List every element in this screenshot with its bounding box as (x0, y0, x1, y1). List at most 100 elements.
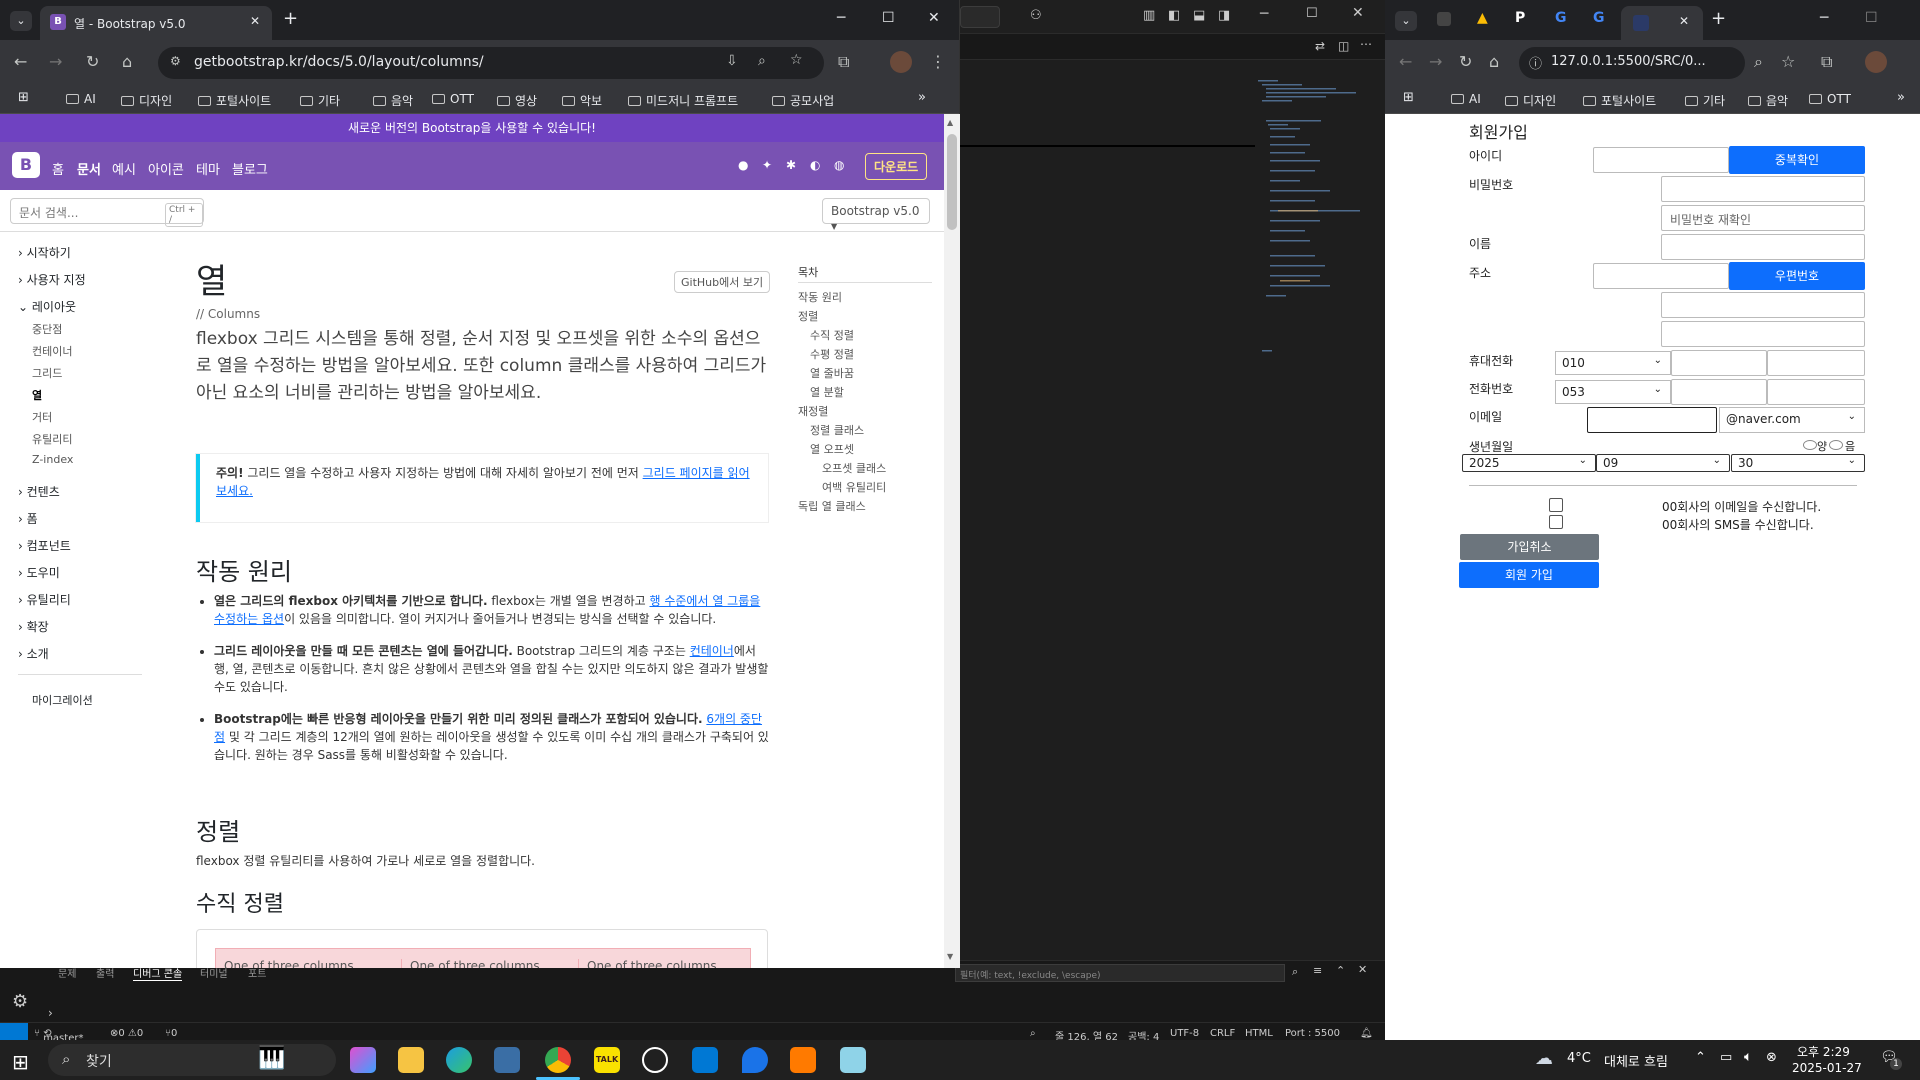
scroll-down-icon[interactable]: ▼ (947, 952, 953, 961)
battery-status-icon[interactable]: ⊗ (1766, 1050, 1777, 1065)
tab-search-icon[interactable]: ⌄ (10, 11, 32, 31)
sidebar-link[interactable]: 열 (32, 387, 42, 403)
bookmark-folder-midjourney[interactable]: 미드저니 프롬프트 (628, 92, 738, 109)
copilot-app-icon[interactable] (350, 1047, 376, 1073)
kakaotalk-icon[interactable]: TALK (594, 1047, 620, 1073)
nav-examples[interactable]: 예시 (112, 159, 136, 178)
chrome-app-icon[interactable] (545, 1047, 571, 1073)
sidebar-section[interactable]: › 컨텐츠 (18, 483, 60, 500)
zoom-icon[interactable]: ⌕ (758, 53, 766, 69)
list-view-icon[interactable]: ≡ (1313, 964, 1322, 977)
toc-link[interactable]: 열 오프셋 (810, 441, 854, 457)
scroll-up-icon[interactable]: ▲ (947, 118, 953, 127)
password-input[interactable] (1661, 176, 1865, 202)
forward-icon[interactable]: → (49, 52, 62, 71)
vscode-app-icon[interactable] (692, 1047, 718, 1073)
lunar-radio[interactable] (1829, 440, 1843, 450)
edge-browser-icon[interactable] (446, 1047, 472, 1073)
maximize-icon[interactable]: ☐ (1865, 10, 1878, 26)
more-actions-icon[interactable]: ⋯ (1360, 37, 1372, 51)
address-bar[interactable]: ⚙ getbootstrap.kr/docs/5.0/layout/column… (158, 47, 824, 79)
address-detail-input[interactable] (1661, 321, 1865, 347)
sidebar-section[interactable]: › 확장 (18, 618, 49, 635)
maps-app-icon[interactable] (742, 1047, 768, 1073)
nav-blog[interactable]: 블로그 (232, 159, 268, 178)
reload-icon[interactable]: ↻ (1459, 52, 1472, 71)
submit-signup-button[interactable]: 회원 가입 (1459, 562, 1599, 588)
layout-toggle-icon[interactable]: ▥ (1143, 8, 1155, 23)
tab-signup-active[interactable]: ✕ (1621, 6, 1703, 40)
toc-link[interactable]: 오프셋 클래스 (822, 460, 886, 476)
apps-grid-icon[interactable]: ⊞ (1403, 90, 1414, 105)
minimize-icon[interactable]: ─ (1820, 10, 1828, 26)
zoom-icon[interactable]: ⌕ (1030, 1028, 1036, 1039)
toc-link[interactable]: 정렬 (798, 308, 818, 324)
eol-setting[interactable]: CRLF (1210, 1028, 1235, 1039)
menu-kebab-icon[interactable]: ⋮ (930, 52, 946, 71)
new-tab-icon[interactable]: + (1711, 8, 1726, 29)
phone-prefix-select[interactable]: 053 ⌄ (1555, 380, 1671, 404)
vscode-search-box[interactable] (960, 6, 1000, 28)
toc-link[interactable]: 작동 원리 (798, 289, 842, 305)
toc-link[interactable]: 열 분할 (810, 384, 844, 400)
nav-home[interactable]: 홈 (52, 159, 64, 178)
minimize-icon[interactable]: ─ (1260, 6, 1268, 22)
bookmark-folder-sheet[interactable]: 악보 (562, 92, 602, 109)
version-banner[interactable]: 새로운 버전의 Bootstrap을 사용할 수 있습니다! (0, 114, 944, 142)
extensions-icon[interactable]: ⧉ (838, 52, 849, 72)
toc-link[interactable]: 여백 유틸리티 (822, 479, 886, 495)
password-confirm-input[interactable]: 비밀번호 재확인 (1661, 205, 1865, 231)
more-bookmarks-icon[interactable]: » (1897, 90, 1905, 105)
sourcetree-icon[interactable] (790, 1047, 816, 1073)
address-bar[interactable]: ⓘ 127.0.0.1:5500/SRC/0... (1519, 47, 1745, 79)
live-server-port[interactable]: Port : 5500 (1285, 1028, 1340, 1039)
chevron-up-icon[interactable]: ⌃ (1695, 1050, 1706, 1065)
toc-link[interactable]: 독립 열 클래스 (798, 498, 866, 514)
open-changes-icon[interactable]: ⇄ (1315, 39, 1325, 53)
forward-icon[interactable]: → (1429, 52, 1442, 71)
new-tab-icon[interactable]: + (283, 8, 298, 29)
toc-link[interactable]: 수직 정렬 (810, 327, 854, 343)
sidebar-link-migration[interactable]: 마이그레이션 (32, 692, 93, 708)
agree-email-checkbox[interactable] (1549, 498, 1563, 512)
download-button[interactable]: 다운로드 (865, 153, 928, 180)
more-bookmarks-icon[interactable]: » (918, 90, 926, 105)
cancel-signup-button[interactable]: 가입취소 (1460, 534, 1599, 560)
slack-icon[interactable]: ✱ (786, 158, 796, 172)
settings-gear-icon[interactable]: ⚙ (12, 991, 28, 1012)
chatgpt-icon[interactable] (642, 1047, 668, 1073)
nav-icons[interactable]: 아이콘 (148, 159, 184, 178)
toc-link[interactable]: 수평 정렬 (810, 346, 854, 362)
globe-icon[interactable]: ◍ (834, 158, 844, 172)
toc-link[interactable]: 정렬 클래스 (810, 422, 864, 438)
sidebar-section[interactable]: › 폼 (18, 510, 38, 527)
close-window-icon[interactable]: ✕ (928, 10, 940, 26)
sidebar-link[interactable]: 그리드 (32, 365, 62, 381)
name-input[interactable] (1661, 234, 1865, 260)
mobile-last-input[interactable] (1767, 350, 1865, 376)
filter-input[interactable]: 필터(예: text, !exclude, \escape) (955, 964, 1285, 982)
bookmark-star-icon[interactable]: ☆ (1781, 52, 1795, 71)
bookmark-folder-etc[interactable]: 기타 (1685, 92, 1725, 109)
extensions-icon[interactable]: ⧉ (1821, 52, 1832, 72)
sidebar-section[interactable]: › 사용자 지정 (18, 271, 86, 288)
notepad-icon[interactable] (840, 1047, 866, 1073)
clock-time[interactable]: 오후 2:29 (1797, 1043, 1850, 1060)
zoom-icon[interactable]: ⌕ (1754, 52, 1763, 72)
twitter-icon[interactable]: ✦ (762, 158, 772, 172)
github-view-button[interactable]: GitHub에서 보기 (674, 271, 771, 293)
sidebar-link[interactable]: 유틸리티 (32, 431, 72, 447)
tab-close-icon[interactable]: ✕ (250, 14, 260, 28)
info-icon[interactable]: ⓘ (1529, 53, 1542, 72)
phone-last-input[interactable] (1767, 379, 1865, 405)
site-info-icon[interactable]: ⚙ (170, 54, 181, 68)
address-input[interactable] (1661, 292, 1865, 318)
zipcode-input[interactable] (1593, 263, 1729, 289)
bookmark-folder-video[interactable]: 영상 (497, 92, 537, 109)
bootstrap-logo-icon[interactable]: B (12, 152, 40, 178)
bookmark-folder-design[interactable]: 디자인 (121, 92, 172, 109)
bookmark-folder-music[interactable]: 음악 (1748, 92, 1788, 109)
google-favicon-icon[interactable]: G (1555, 10, 1567, 26)
solar-radio[interactable] (1803, 440, 1817, 450)
taskbar-search-box[interactable]: ⌕ 찾기 🎹 (48, 1044, 336, 1076)
